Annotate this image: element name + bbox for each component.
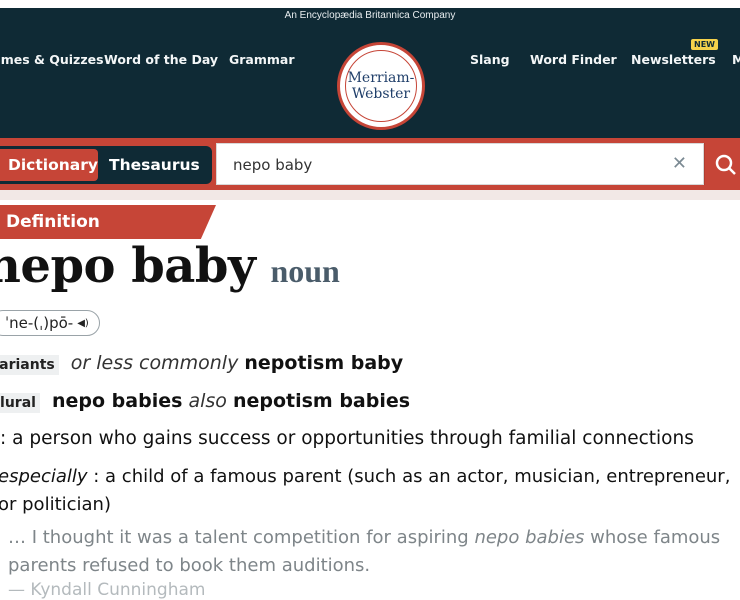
part-of-speech[interactable]: noun: [270, 253, 339, 289]
search-input[interactable]: [233, 153, 663, 177]
search-icon: [715, 154, 736, 175]
search-bar-row: Dictionary Thesaurus ✕: [0, 138, 740, 190]
reference-tabs: Dictionary Thesaurus: [0, 146, 212, 184]
usage-example: … I thought it was a talent competition …: [8, 524, 740, 580]
sense-2-label: especially: [0, 466, 88, 487]
definition-sense-1: : a person who gains success or opportun…: [0, 428, 694, 449]
nav-grammar[interactable]: Grammar: [229, 52, 295, 67]
nav-word-of-the-day[interactable]: Word of the Day: [104, 52, 218, 67]
headword-row: nepo baby noun: [0, 238, 340, 294]
variant-form: nepotism baby: [244, 352, 404, 374]
tab-thesaurus[interactable]: Thesaurus: [101, 149, 207, 181]
definition-sense-2: especially : a child of a famous parent …: [0, 463, 740, 519]
plural-line: plural nepo babies also nepotism babies: [0, 390, 411, 413]
speaker-icon: ◀): [77, 317, 89, 329]
variants-line: variants or less commonly nepotism baby: [0, 352, 404, 375]
variants-label: variants: [0, 355, 59, 375]
quote-start: … I thought it was a talent competition …: [8, 527, 475, 548]
search-button[interactable]: [704, 143, 740, 185]
quote-attribution: — Kyndall Cunningham: [8, 580, 206, 600]
plural-form: nepo babies: [51, 390, 183, 412]
headword: nepo baby: [0, 238, 256, 294]
plural-also: also: [188, 390, 227, 412]
pronunciation-button[interactable]: ˈne-(ˌ)pō- ◀): [0, 310, 100, 336]
logo-text-line-1: Merriam-: [347, 70, 415, 86]
quote-italic: nepo babies: [474, 527, 585, 548]
nav-games-quizzes[interactable]: Games & Quizzes: [0, 52, 104, 67]
nav-word-finder[interactable]: Word Finder: [530, 52, 617, 67]
search-box: ✕: [216, 143, 704, 185]
nav-newsletters[interactable]: Newsletters: [631, 52, 716, 67]
variants-qualifier: or less commonly: [70, 352, 239, 374]
search-row-shadow: [0, 190, 740, 200]
britannica-tagline: An Encyclopædia Britannica Company: [284, 10, 456, 21]
plural-label: plural: [0, 393, 40, 413]
plural-alt-form: nepotism babies: [232, 390, 411, 412]
tab-dictionary[interactable]: Dictionary: [0, 149, 98, 181]
definition-section-label: Definition: [0, 205, 216, 239]
sense-2-text: : a child of a famous parent (such as an…: [0, 466, 731, 515]
pronunciation-text: ˈne-(ˌ)pō-: [5, 314, 74, 332]
new-badge: NEW: [691, 39, 718, 50]
logo-text-line-2: Webster: [351, 86, 411, 102]
nav-more[interactable]: More: [732, 52, 740, 67]
site-header: An Encyclopædia Britannica Company Games…: [0, 0, 740, 138]
nav-slang[interactable]: Slang: [470, 52, 510, 67]
close-icon[interactable]: ✕: [672, 153, 687, 174]
merriam-webster-logo[interactable]: Merriam- Webster: [337, 42, 425, 130]
logo-ring: Merriam- Webster: [345, 50, 417, 122]
